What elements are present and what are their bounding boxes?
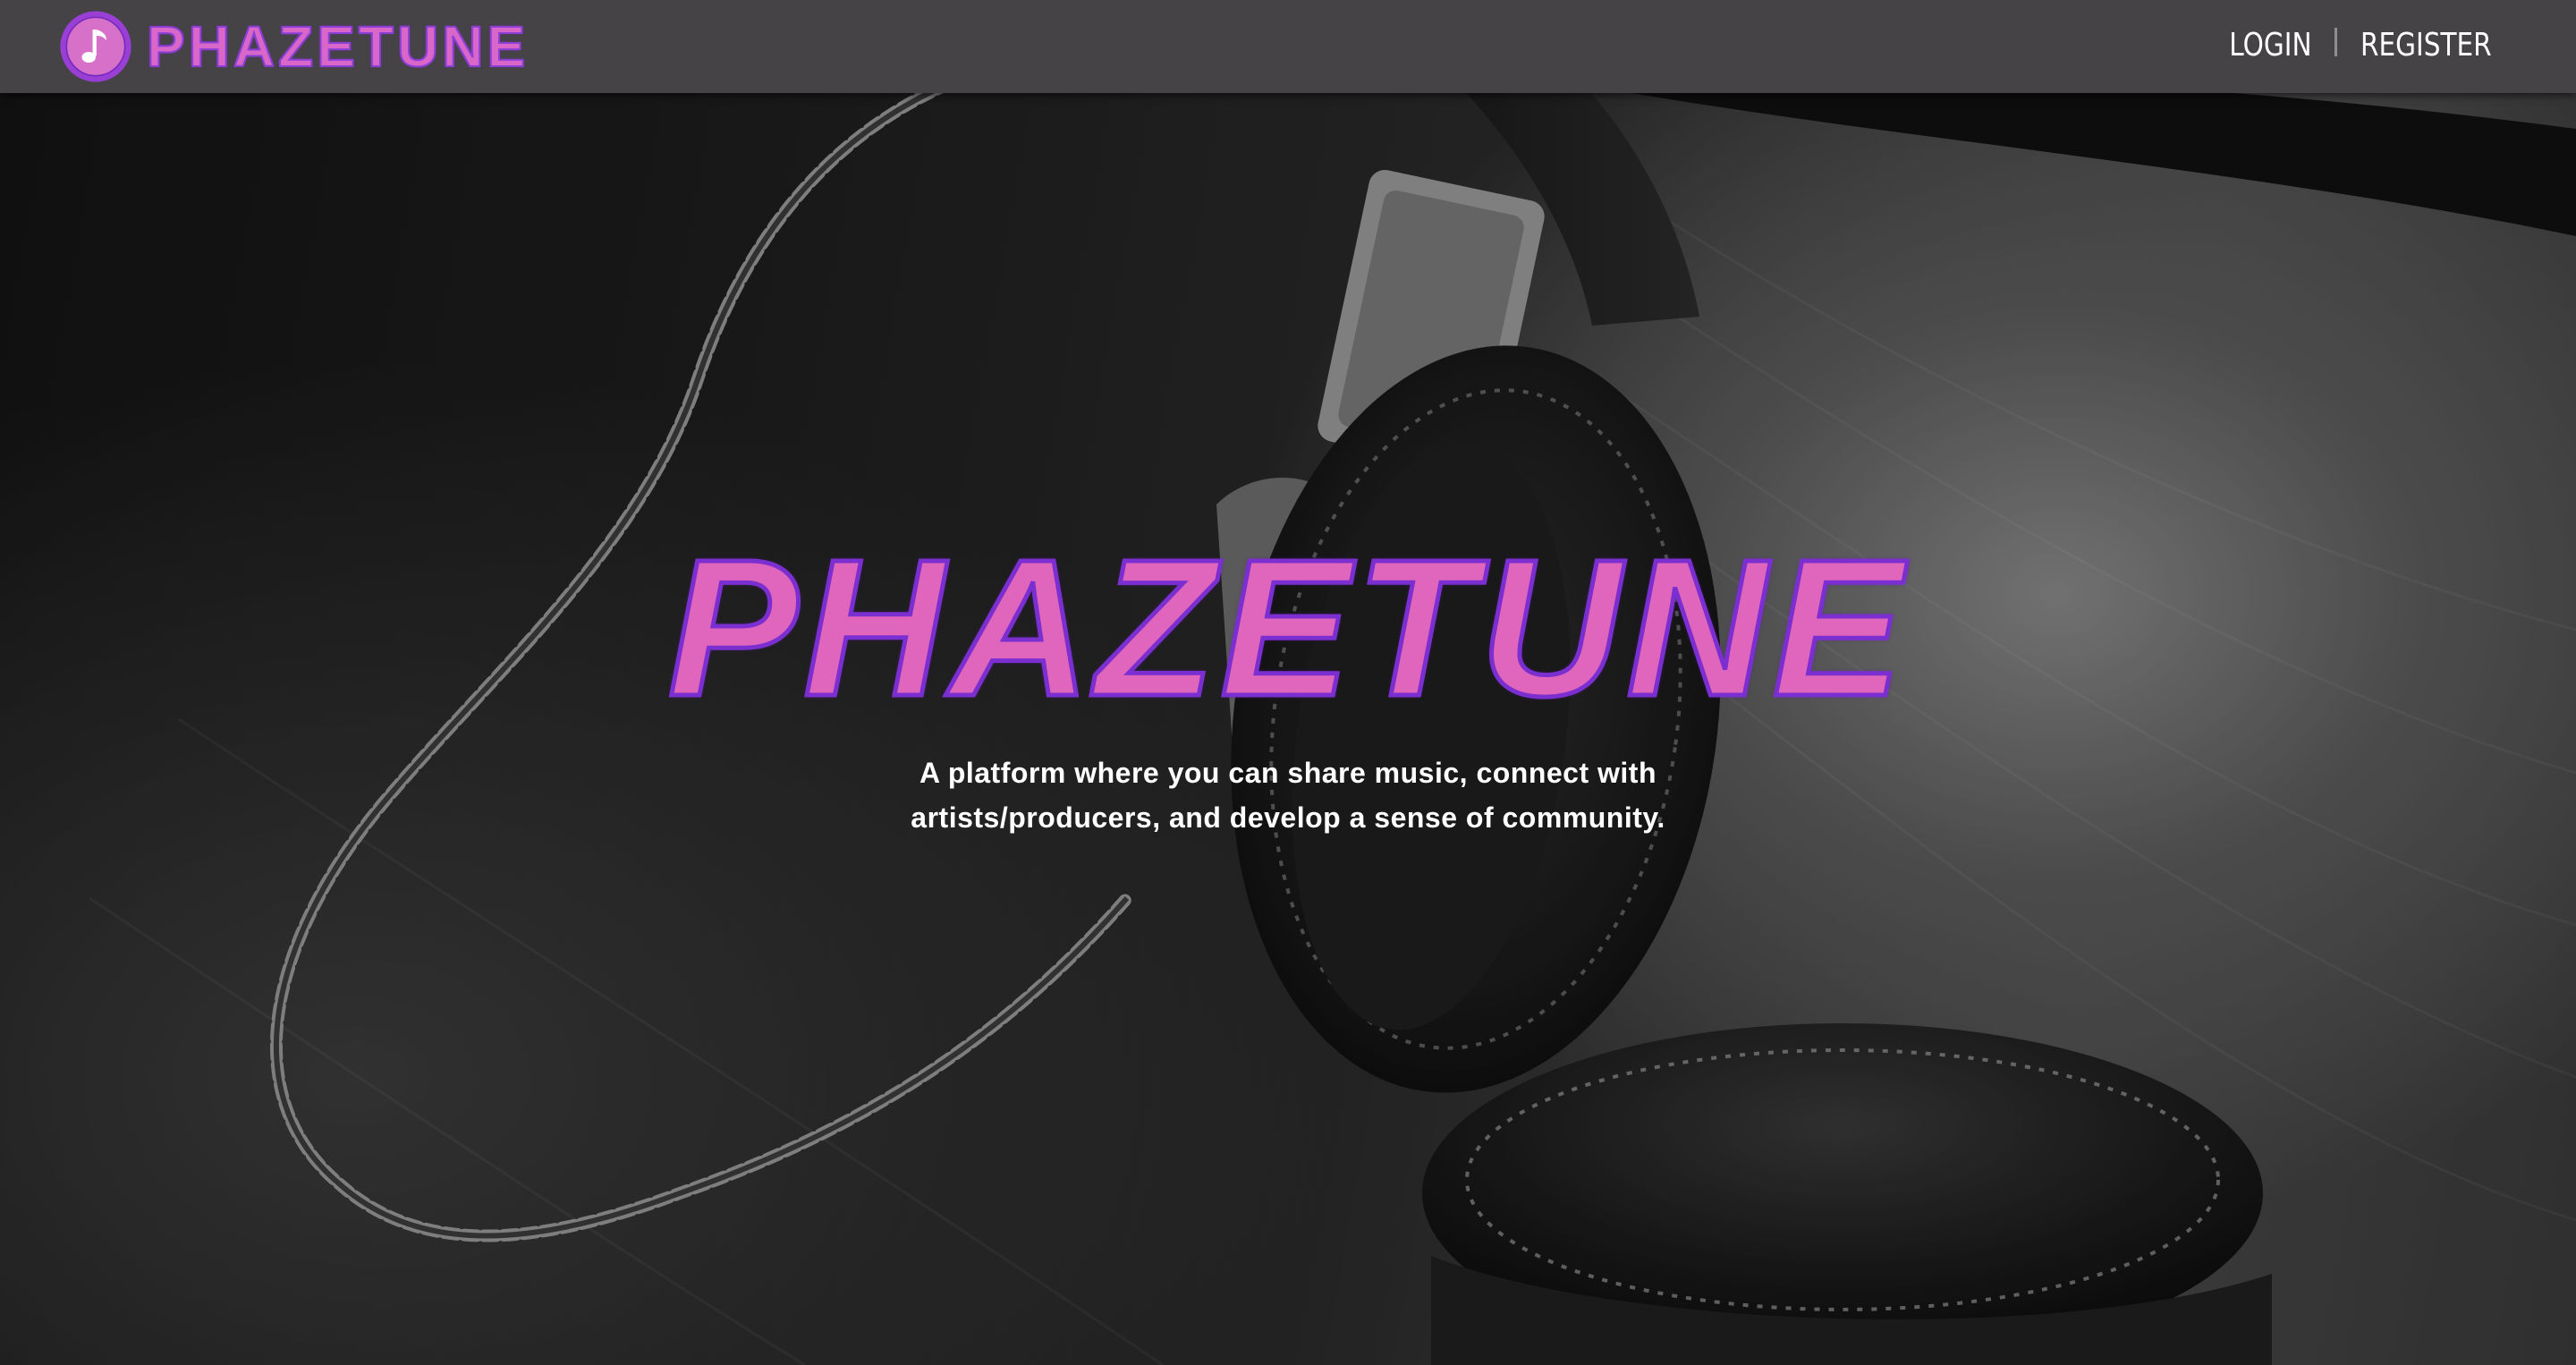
brand-home-link[interactable]: PHAZETUNE xyxy=(57,5,529,88)
landing-page: PHAZETUNE LOGIN REGISTER PHAZETUNE A pla… xyxy=(0,0,2576,1365)
register-link[interactable]: REGISTER xyxy=(2360,27,2492,64)
login-link[interactable]: LOGIN xyxy=(2229,27,2311,64)
brand-name: PHAZETUNE xyxy=(146,13,530,80)
music-note-icon xyxy=(60,11,131,82)
hero-subtitle: A platform where you can share music, co… xyxy=(911,757,1665,834)
auth-nav: LOGIN REGISTER xyxy=(2211,0,2521,89)
top-navbar: PHAZETUNE LOGIN REGISTER xyxy=(0,0,2576,93)
nav-divider xyxy=(2334,28,2338,56)
hero-section: PHAZETUNE A platform where you can share… xyxy=(0,93,2576,1365)
hero-title: PHAZETUNE xyxy=(665,520,1909,737)
